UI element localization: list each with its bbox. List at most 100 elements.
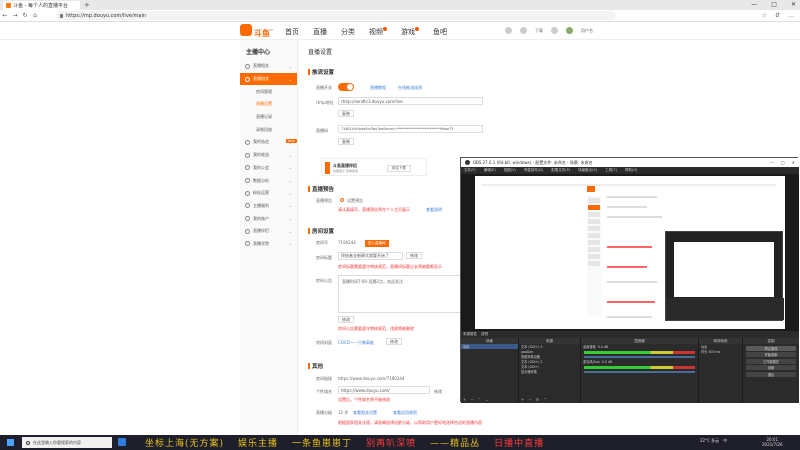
obs-control-button[interactable]: 设置 (746, 365, 796, 370)
address-bar[interactable]: https://mp.douyu.com/live/main (56, 11, 616, 20)
edit-cover-button[interactable]: 修改 (386, 338, 402, 345)
preview-help-link[interactable]: 查看说明 (426, 207, 442, 213)
sidebar-item[interactable]: 我的公会 ⌄ (240, 162, 297, 175)
tutorial-link[interactable]: 直播教程 (370, 85, 386, 91)
history-icon[interactable] (505, 27, 512, 34)
sidebar-item[interactable]: 直播相关 ⌄ (240, 60, 297, 73)
download-companion-button[interactable]: 前往下载 (387, 165, 411, 172)
add-source-icon[interactable]: + (521, 397, 524, 402)
domain-input[interactable]: https://www.douyu.com/ (338, 386, 430, 394)
connect-tutorial-link[interactable]: 在线推流连线 (398, 85, 422, 91)
sidebar-item[interactable]: 主播福利 ⌄ (240, 200, 297, 213)
nav-live[interactable]: 直播 (313, 27, 327, 37)
obs-menu-item[interactable]: 帮助(H) (625, 168, 637, 173)
live-toggle[interactable] (338, 83, 354, 91)
home-icon[interactable]: ⌂ (30, 12, 40, 19)
sidebar-item[interactable]: 直播记录 (240, 111, 297, 124)
taskbar-search[interactable]: 在这里输入你要搜索的内容 (22, 437, 112, 448)
transition-duration[interactable]: 时长 300 ms (699, 349, 742, 355)
nav-category[interactable]: 分类 (341, 27, 355, 37)
copy-code-button[interactable]: 复制 (338, 138, 354, 145)
notice-textarea[interactable]: 直播时间7:00-凌晨2点，欢迎关注 (338, 275, 468, 313)
sidebar-item[interactable]: 我的私信⌄NEW (240, 136, 297, 149)
nav-games[interactable]: 游戏 (401, 27, 419, 37)
sidebar-item[interactable]: 录制回放 (240, 123, 297, 136)
collections-icon[interactable]: ⇵ (775, 12, 780, 19)
clock[interactable]: 20:01 2021/7/26 (762, 437, 783, 447)
follow-icon[interactable] (520, 27, 527, 34)
emoji-icon[interactable] (551, 27, 558, 34)
douyu-logo[interactable]: 斗鱼 DOUYU.COM (240, 24, 273, 38)
room-title-input[interactable]: 终结者全新模式就要开始了 (338, 252, 403, 260)
weather[interactable]: 22°C 多云 (700, 438, 719, 444)
enter-room-button[interactable]: 进入直播间 (365, 240, 389, 247)
obs-menu-item[interactable]: 编辑(E) (484, 168, 496, 173)
rtmp-input[interactable]: rtmp://sendtc3.douyu.com/live (338, 97, 483, 105)
obs-preview[interactable] (461, 174, 799, 331)
down-icon[interactable]: ⌄ (485, 397, 488, 402)
remove-source-icon[interactable]: − (528, 397, 531, 402)
nav-fishbar[interactable]: 鱼吧 (433, 27, 447, 37)
obs-menu-item[interactable]: 停靠部件(D) (524, 168, 543, 173)
back-icon[interactable]: ← (0, 12, 10, 19)
sidebar-item[interactable]: 直播伴侣 ⌄ (240, 225, 297, 238)
ime-indicator[interactable]: 中 (723, 438, 727, 444)
avatar[interactable] (566, 27, 573, 34)
sidebar-item[interactable]: 直播学院 ⌄ (240, 238, 297, 251)
obs-menu-item[interactable]: 文件(F) (464, 168, 476, 173)
edit-notice-button[interactable]: 修改 (338, 316, 354, 323)
obs-menu-item[interactable]: 场景集合(S) (578, 168, 597, 173)
source-settings-icon[interactable]: ⚙ (536, 397, 540, 402)
age-settings-link[interactable]: 查看相关设置 (353, 410, 377, 416)
obs-maximize-icon[interactable]: □ (781, 160, 785, 165)
filters-tab[interactable]: 滤镜 (481, 332, 488, 337)
code-input[interactable]: 7190244rYpdaSsvTwx?wsSecret=************… (338, 125, 483, 133)
obs-menu-item[interactable]: 配置文件(P) (551, 168, 570, 173)
sidebar-item[interactable]: 房间管理 (240, 85, 297, 98)
refresh-icon[interactable]: ↻ (20, 12, 30, 19)
close-icon[interactable]: ✕ (791, 1, 796, 8)
sidebar-item[interactable]: 我的收益 ⌄ (240, 149, 297, 162)
username[interactable]: 用户名 (581, 28, 593, 34)
source-item[interactable]: 显示器采集 (519, 369, 580, 374)
nav-home[interactable]: 首页 (285, 27, 299, 37)
favorite-icon[interactable]: ☆ (762, 12, 767, 19)
desktop-volume-slider[interactable] (584, 356, 695, 358)
more-icon[interactable]: … (788, 12, 794, 19)
download-link[interactable]: 下载 (535, 28, 543, 34)
obs-control-button[interactable]: 退出 (746, 371, 796, 377)
preview-radio[interactable] (340, 198, 344, 202)
obs-control-button[interactable]: 停止推流 (746, 345, 796, 351)
obs-menu-item[interactable]: 视图(V) (504, 168, 516, 173)
obs-close-icon[interactable]: ✕ (792, 160, 795, 165)
source-up-icon[interactable]: ⌃ (543, 397, 546, 402)
edge-icon[interactable] (118, 438, 126, 446)
copy-rtmp-button[interactable]: 复制 (338, 110, 354, 117)
source-props-tab[interactable]: 来源属性 (463, 332, 477, 337)
remove-scene-icon[interactable]: − (470, 397, 473, 402)
up-icon[interactable]: ⌃ (478, 397, 481, 402)
new-tab-button[interactable]: + (84, 1, 90, 9)
sidebar-item[interactable]: 直播设置 (240, 98, 297, 111)
sidebar-item[interactable]: 粉丝运营 ⌄ (240, 187, 297, 200)
obs-control-button[interactable]: 工作室模式 (746, 358, 796, 364)
obs-minimize-icon[interactable]: — (770, 160, 774, 165)
scene-item[interactable]: 场景 (461, 344, 518, 349)
mic-volume-slider[interactable] (584, 371, 695, 373)
add-scene-icon[interactable]: + (463, 397, 466, 402)
forward-icon[interactable]: → (10, 12, 20, 19)
maximize-icon[interactable]: □ (771, 1, 777, 8)
cover-link[interactable]: COCO——只做高能 (338, 340, 374, 346)
sidebar-item[interactable]: 我的账户 ⌄ (240, 212, 297, 225)
age-rules-link[interactable]: 查看适用规则 (393, 410, 417, 416)
obs-control-button[interactable]: 开始录制 (746, 352, 796, 357)
minimize-icon[interactable]: — (751, 1, 757, 8)
obs-menu-item[interactable]: 工具(T) (605, 168, 617, 173)
start-button[interactable] (0, 435, 20, 450)
sidebar-item[interactable]: 数据分析 ⌄ (240, 174, 297, 187)
sidebar-item[interactable]: 直播相关 ⌄ (240, 72, 297, 86)
nav-video[interactable]: 视频 (369, 27, 387, 37)
browser-tab[interactable]: 斗鱼 - 每个人的直播平台 (3, 1, 80, 10)
domain-edit[interactable]: 修改 (434, 389, 442, 395)
edit-title-button[interactable]: 修改 (406, 252, 422, 259)
